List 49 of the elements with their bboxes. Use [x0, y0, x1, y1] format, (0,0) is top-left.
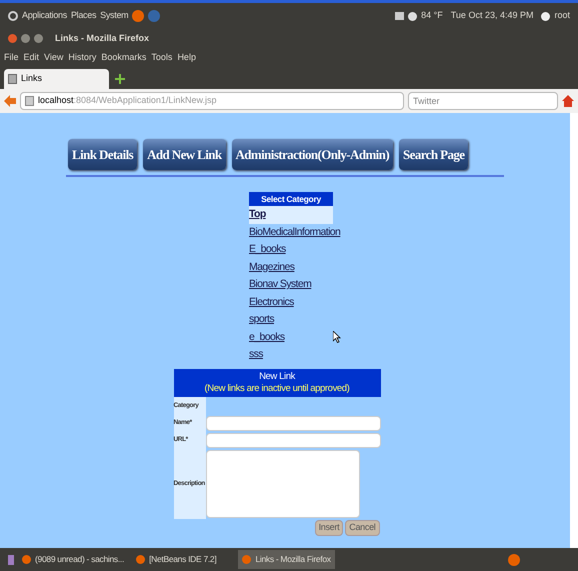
category-link[interactable]: E_books: [249, 241, 286, 258]
menu-item[interactable]: History: [68, 50, 96, 64]
text-area[interactable]: [206, 450, 360, 518]
form-button[interactable]: Cancel: [345, 520, 380, 536]
menu-item[interactable]: File: [4, 50, 19, 64]
category-link[interactable]: sports: [249, 311, 274, 328]
address-field[interactable]: localhost:8084/WebApplication1/LinkNew.jsp: [20, 92, 404, 110]
panel-menu[interactable]: Places: [70, 9, 96, 23]
nav-button[interactable]: Search Page: [399, 139, 468, 170]
clock[interactable]: Tue Oct 23, 4:49 PM: [450, 9, 534, 23]
category-header: Select Category: [249, 192, 333, 206]
category-link[interactable]: Electronics: [249, 294, 294, 311]
category-link[interactable]: Bionav System: [249, 276, 312, 294]
browser-tab[interactable]: Links: [4, 69, 109, 89]
back-button[interactable]: [4, 95, 16, 107]
window-title: Links - Mozilla Firefox: [55, 32, 150, 45]
menu-item[interactable]: Bookmarks: [101, 50, 146, 64]
taskbar-item[interactable]: Links - Mozilla Firefox: [238, 550, 335, 569]
menu-item[interactable]: View: [44, 50, 64, 64]
panel-menu[interactable]: Applications: [22, 9, 67, 23]
category-link[interactable]: BioMedicalInformation: [249, 224, 340, 241]
mouse-pointer-icon: [333, 331, 341, 343]
taskbar-item[interactable]: (9089 unread) - sachins...: [18, 550, 128, 569]
minimize-icon: [21, 34, 30, 43]
taskbar-item[interactable]: [NetBeans IDE 7.2]: [132, 550, 220, 569]
nav-button[interactable]: Administraction(Only-Admin): [232, 139, 394, 170]
category-link[interactable]: Top: [249, 206, 333, 224]
maximize-icon: [34, 34, 43, 43]
text-field[interactable]: [206, 432, 380, 448]
category-link[interactable]: e_books: [249, 328, 284, 346]
menu-item[interactable]: Help: [177, 50, 196, 64]
form-title: New Link: [258, 370, 296, 382]
menu-item[interactable]: Tools: [151, 50, 172, 64]
form-subtitle: (New links are inactive until approved): [204, 382, 350, 394]
workspace-icon: [8, 554, 14, 564]
category-link[interactable]: sss: [249, 346, 263, 364]
menu-item[interactable]: Edit: [24, 50, 40, 64]
panel-menu[interactable]: System: [100, 9, 128, 23]
text-field[interactable]: [206, 416, 380, 430]
form-button[interactable]: Insert: [314, 520, 344, 536]
close-icon: [8, 34, 17, 43]
search-field[interactable]: Twitter: [408, 92, 558, 110]
nav-button[interactable]: Link Details: [68, 139, 138, 170]
category-link[interactable]: Magezines: [249, 258, 294, 276]
nav-button[interactable]: Add New Link: [143, 139, 226, 170]
user-name[interactable]: root: [554, 9, 570, 23]
home-button[interactable]: [562, 95, 574, 107]
new-tab-button[interactable]: [113, 72, 127, 86]
weather-reading: 84 °F: [421, 9, 443, 22]
